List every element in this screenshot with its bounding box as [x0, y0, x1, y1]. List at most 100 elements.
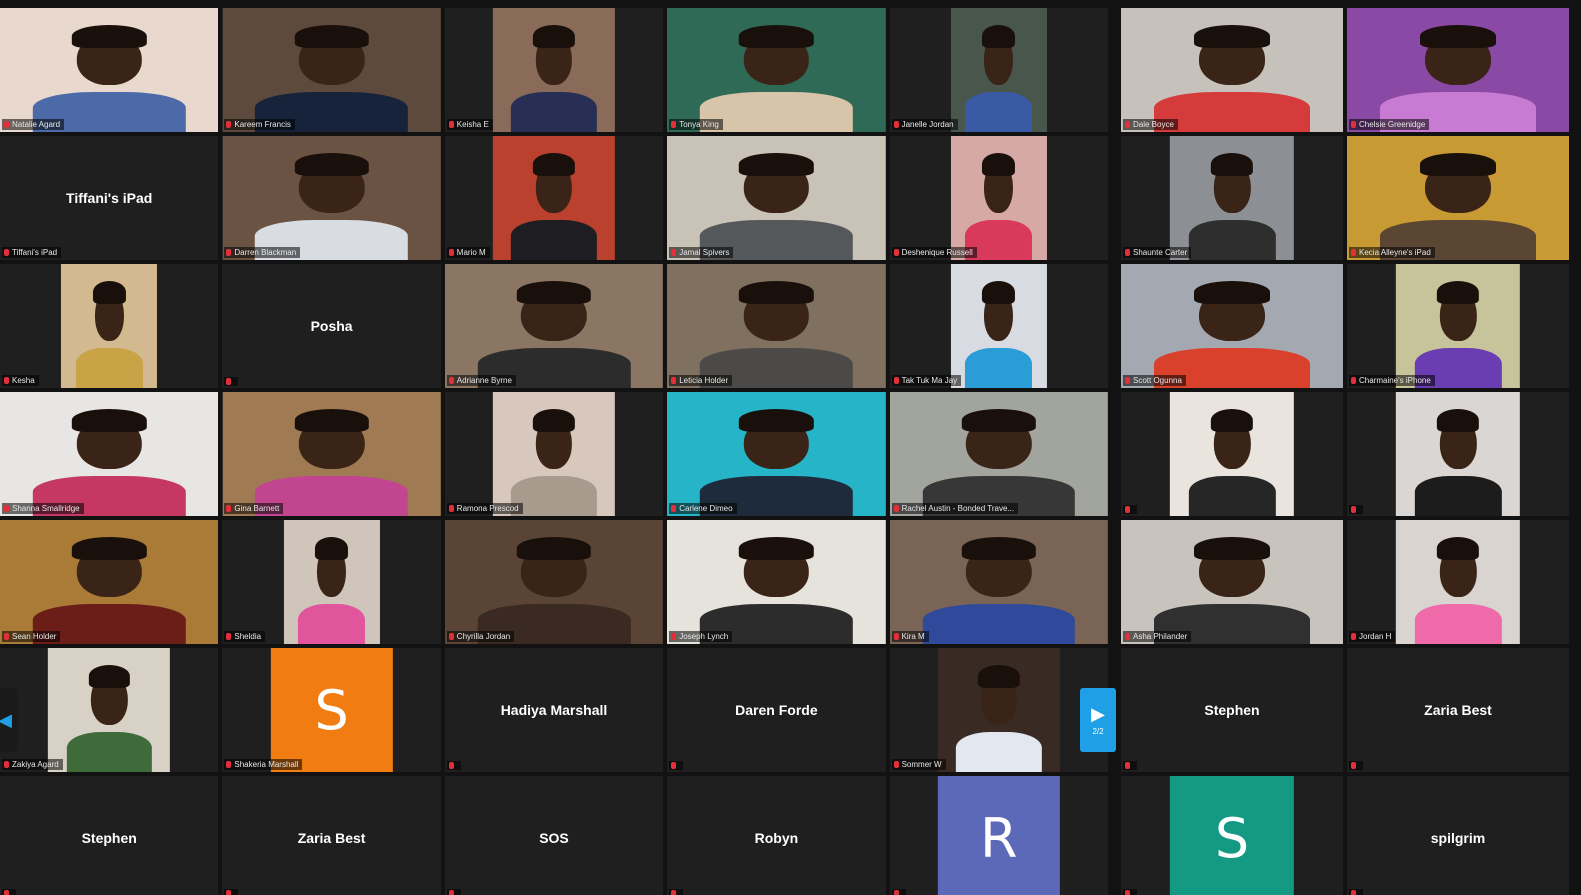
participant-tile[interactable]: Stephen — [1121, 648, 1343, 772]
participant-name-tag: Chyrilla Jordan — [446, 631, 515, 642]
participant-tile[interactable]: Kecia Alleyne's iPad — [1347, 136, 1569, 260]
muted-mic-icon — [671, 762, 677, 769]
participant-tile[interactable]: Tak Tuk Ma Jay — [889, 264, 1108, 388]
participant-tile[interactable]: Joseph Lynch — [667, 520, 886, 644]
participant-tile[interactable]: Chyrilla Jordan — [444, 520, 664, 644]
participant-tile[interactable]: Dale Boyce — [1121, 8, 1343, 132]
participant-video — [667, 136, 886, 260]
participant-tile[interactable]: Kesha — [0, 264, 219, 388]
participant-video — [492, 392, 616, 516]
participant-video — [0, 8, 219, 132]
participant-tile[interactable]: Posha — [222, 264, 441, 388]
participant-tile[interactable] — [1347, 392, 1569, 516]
participant-tile[interactable]: Robyn — [667, 776, 886, 895]
participant-hair — [294, 409, 369, 432]
participant-tile[interactable]: Charmaine's iPhone — [1347, 264, 1569, 388]
participant-tile[interactable]: Janelle Jordan — [889, 8, 1108, 132]
muted-mic-icon — [893, 633, 899, 640]
participant-tile[interactable]: Jamal Spivers — [667, 136, 886, 260]
participant-tile[interactable]: Rachel Austin - Bonded Trave... — [889, 392, 1108, 516]
participant-tile[interactable]: spilgrim — [1347, 776, 1569, 895]
participant-tile[interactable]: Sean Holder — [0, 520, 219, 644]
participant-body — [965, 348, 1033, 388]
participant-name-tag: Janelle Jordan — [891, 119, 958, 130]
participant-tile[interactable]: Tiffani's iPad Tiffani's iPad — [0, 136, 219, 260]
participant-name-tag: Keisha E — [446, 119, 493, 130]
participant-tile[interactable]: Asha Philander — [1121, 520, 1343, 644]
participant-hair — [739, 153, 814, 176]
participant-tile[interactable]: Darren Blackman — [222, 136, 441, 260]
participant-video — [1347, 8, 1569, 132]
participant-name-tag — [1349, 889, 1363, 895]
participant-name-label: Mario M — [456, 248, 486, 257]
participant-tile[interactable]: Scott Ogunna — [1121, 264, 1343, 388]
participant-tile[interactable]: Kira M — [889, 520, 1108, 644]
muted-mic-icon — [4, 377, 9, 384]
participant-video — [889, 392, 1108, 516]
muted-mic-icon — [226, 249, 232, 256]
participant-tile[interactable]: R — [889, 776, 1108, 895]
participant-hair — [1194, 537, 1270, 560]
participant-tile[interactable]: Deshenique Russell — [889, 136, 1108, 260]
participant-tile[interactable]: SOS — [444, 776, 664, 895]
participant-tile[interactable]: Stephen — [0, 776, 219, 895]
participant-name-tag — [446, 761, 461, 770]
participant-name-tag: Jamal Spivers — [669, 247, 734, 258]
muted-mic-icon — [1125, 377, 1130, 384]
participant-name-tag: Tonya King — [669, 119, 723, 130]
participant-tile[interactable]: Keisha E — [444, 8, 664, 132]
muted-mic-icon — [893, 761, 899, 768]
participant-hair — [533, 409, 575, 432]
participant-name-tag: Leticia Holder — [669, 375, 733, 386]
participant-tile[interactable]: Gina Barnett — [222, 392, 441, 516]
participant-tile[interactable]: Zaria Best — [222, 776, 441, 895]
participant-tile[interactable]: Carlene Dimeo — [667, 392, 886, 516]
participant-tile[interactable]: S — [1121, 776, 1343, 895]
participant-tile[interactable]: Kareem Francis — [222, 8, 441, 132]
muted-mic-icon — [448, 377, 454, 384]
participant-tile[interactable]: Ramona Prescod — [444, 392, 664, 516]
muted-mic-icon — [448, 762, 454, 769]
participant-tile[interactable]: Hadiya Marshall — [444, 648, 664, 772]
participant-display-name: Posha — [310, 318, 353, 334]
participant-tile[interactable]: Zaria Best — [1347, 648, 1569, 772]
participant-tile[interactable]: Daren Forde — [667, 648, 886, 772]
participant-tile[interactable]: Chelsie Greenidge — [1347, 8, 1569, 132]
participant-name-tag: Sommer W — [891, 759, 946, 770]
muted-mic-icon — [226, 505, 232, 512]
previous-page-button[interactable]: ◀ — [0, 688, 18, 752]
participant-name-label: Carlene Dimeo — [679, 504, 733, 513]
participant-tile[interactable] — [1121, 392, 1343, 516]
participant-name-tag — [1349, 761, 1363, 770]
participant-hair — [1194, 25, 1270, 48]
participant-name-label: Adrianne Byrne — [456, 376, 512, 385]
participant-name-tag: Kecia Alleyne's iPad — [1349, 247, 1435, 258]
participant-body — [511, 92, 597, 132]
muted-mic-icon — [671, 121, 677, 128]
participant-tile[interactable]: Shanna Smallridge — [0, 392, 219, 516]
participant-tile[interactable]: Zakiya Agard — [0, 648, 219, 772]
participant-display-name: Robyn — [754, 830, 799, 846]
participant-tile[interactable]: Sheldia — [222, 520, 441, 644]
participant-name-label: Zakiya Agard — [12, 760, 59, 769]
left-gallery-grid: Natalie Agard Kareem Francis Keisha E Tonya… — [0, 8, 1108, 895]
participant-tile[interactable]: S Shakeria Marshall — [222, 648, 441, 772]
participant-video — [48, 648, 171, 772]
participant-tile[interactable]: Adrianne Byrne — [444, 264, 664, 388]
muted-mic-icon — [4, 505, 9, 512]
participant-tile[interactable]: Natalie Agard — [0, 8, 219, 132]
participant-name-tag — [224, 889, 239, 895]
participant-tile[interactable]: Mario M — [444, 136, 664, 260]
participant-display-name: SOS — [539, 830, 569, 846]
participant-tile[interactable]: Tonya King — [667, 8, 886, 132]
participant-tile[interactable]: Sommer W — [889, 648, 1108, 772]
participant-name-label: Tak Tuk Ma Jay — [901, 376, 958, 385]
participant-hair — [1420, 25, 1496, 48]
participant-tile[interactable]: Shaunte Carter — [1121, 136, 1343, 260]
participant-hair — [72, 409, 147, 432]
participant-tile[interactable]: Leticia Holder — [667, 264, 886, 388]
participant-hair — [1436, 281, 1480, 304]
participant-tile[interactable]: Jordan H — [1347, 520, 1569, 644]
participant-name-tag: Asha Philander — [1123, 631, 1192, 642]
next-page-button[interactable]: ▶ 2/2 — [1080, 688, 1116, 752]
